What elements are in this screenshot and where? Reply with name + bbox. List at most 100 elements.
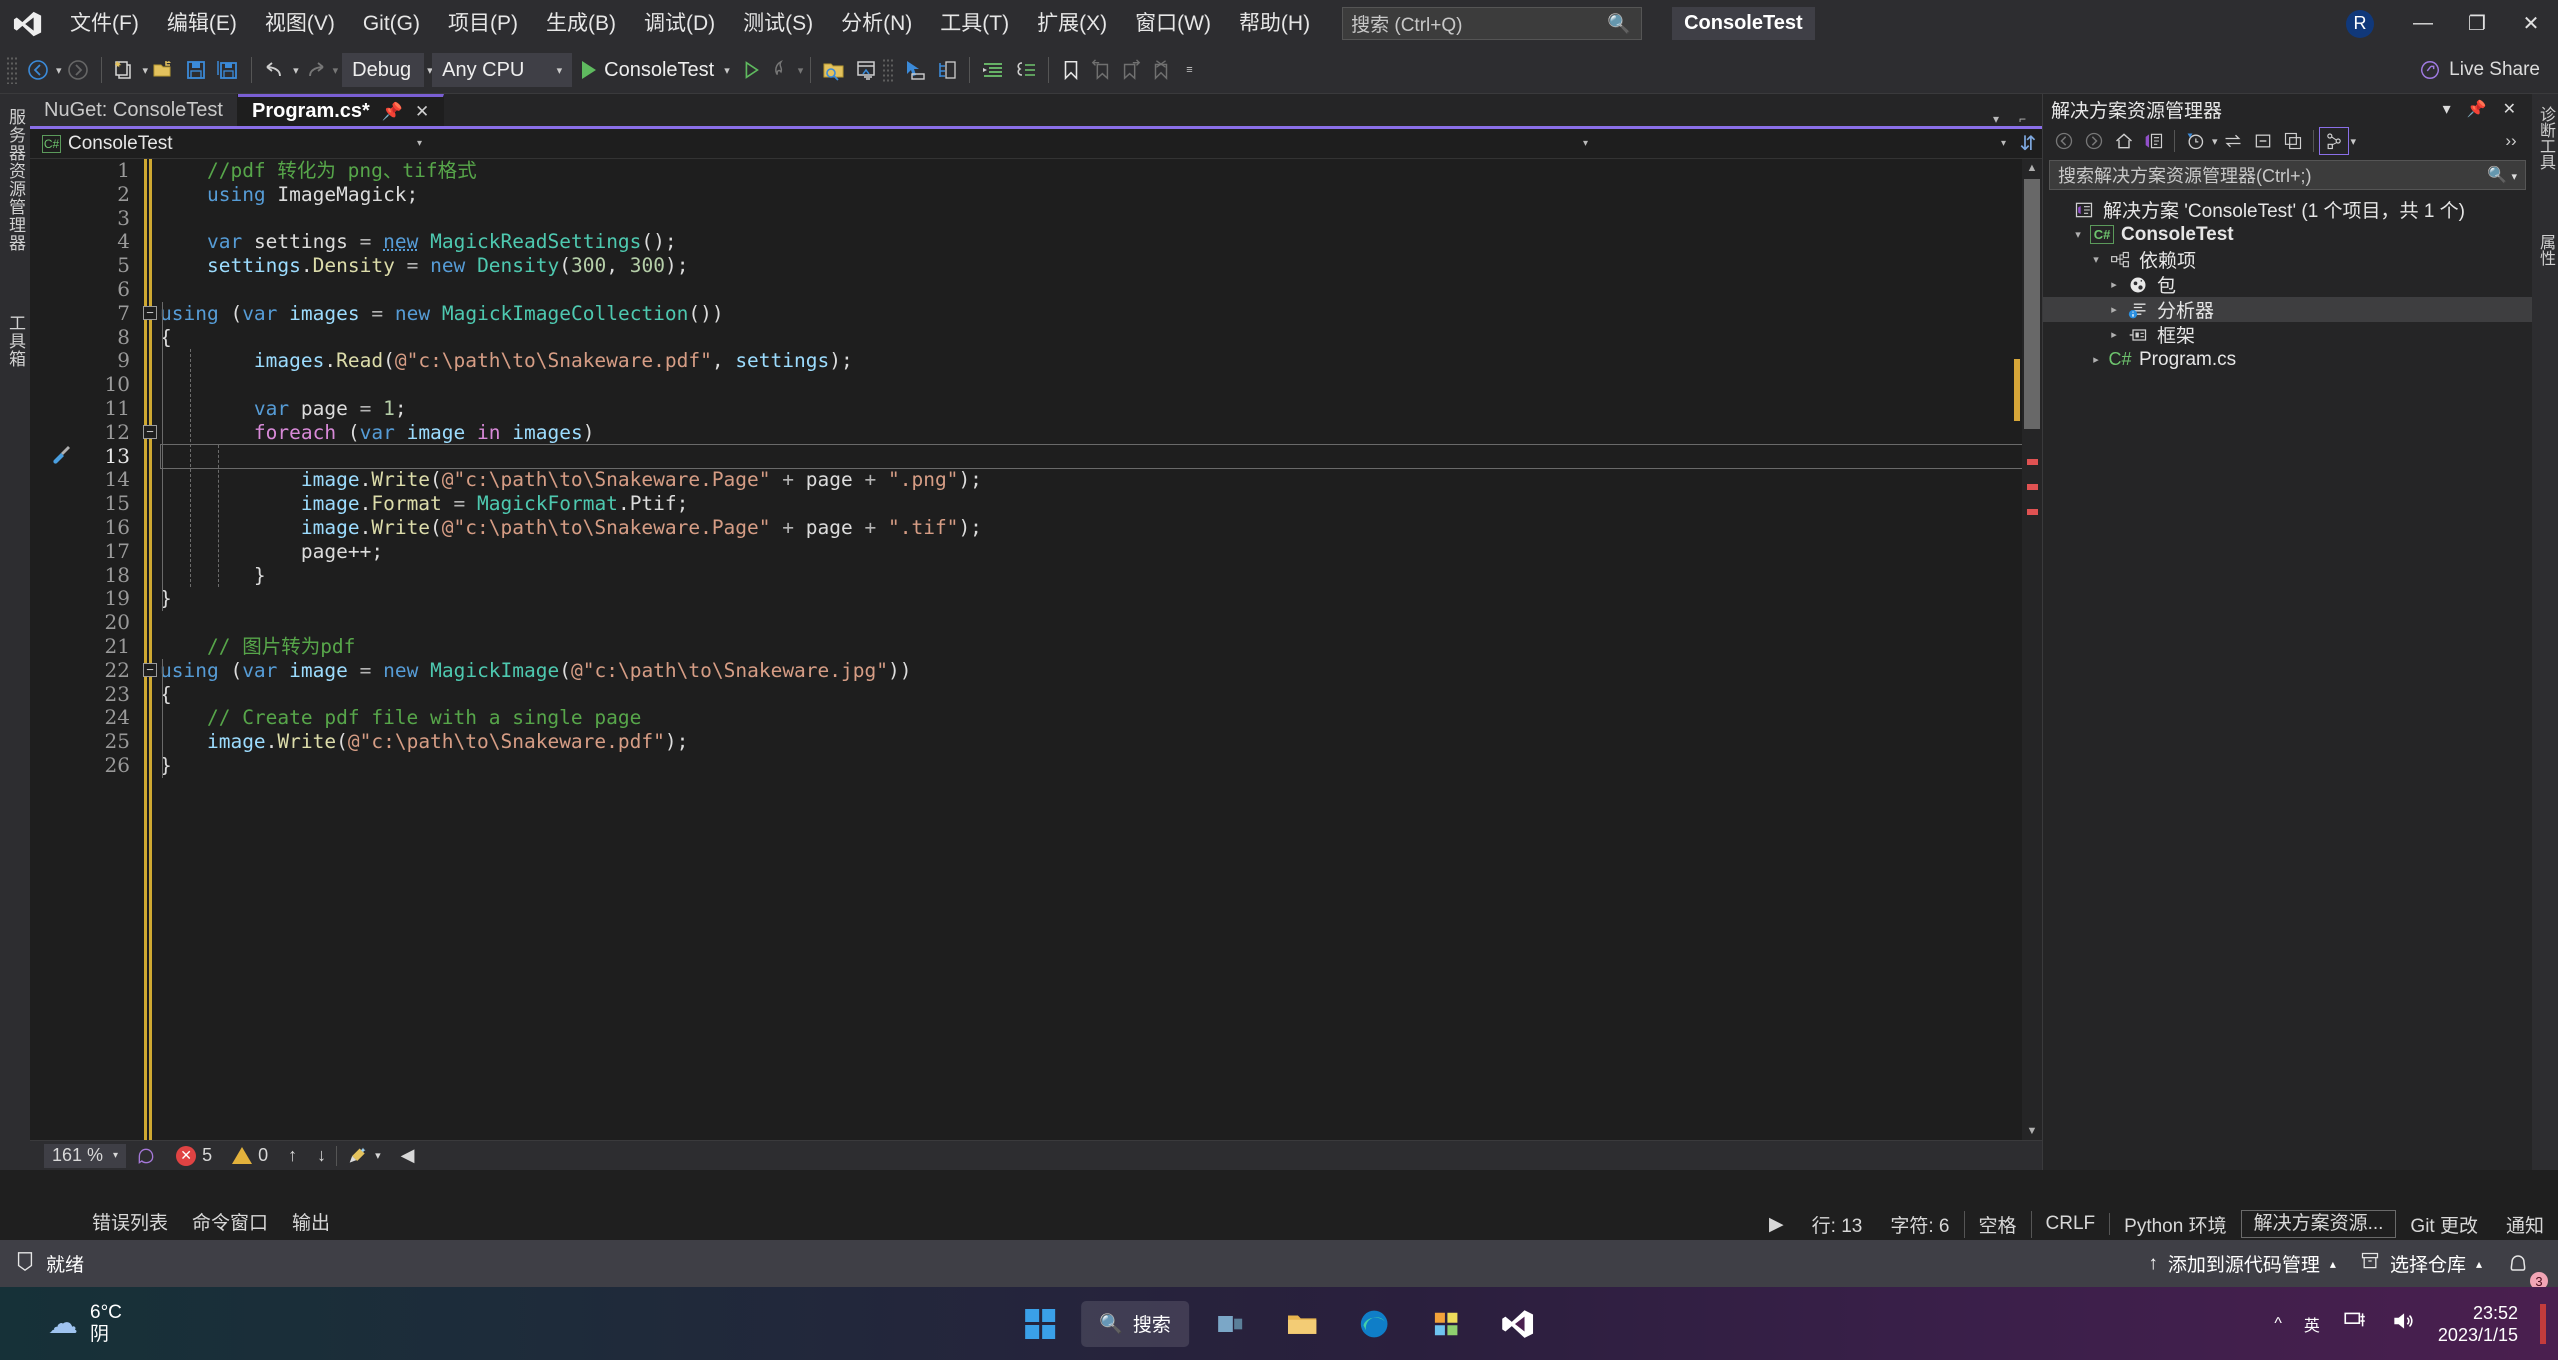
taskbar-search[interactable]: 🔍 搜索 [1081,1300,1189,1347]
code-line[interactable]: foreach (var image in images) [160,421,2042,445]
close-button[interactable]: ✕ [2504,0,2558,47]
show-all-files-icon[interactable] [2278,127,2308,155]
fold-toggle-icon[interactable]: − [143,305,157,320]
code-line[interactable]: } [160,564,2042,588]
copilot-icon[interactable] [126,1141,166,1171]
minimize-button[interactable]: — [2396,0,2450,47]
notification-indicator[interactable] [2540,1303,2546,1344]
redo-icon[interactable] [299,53,331,87]
previous-bookmark-icon[interactable] [1086,53,1116,87]
menu-file[interactable]: 文件(F) [56,0,153,47]
menu-git[interactable]: Git(G) [349,0,434,47]
code-line[interactable]: var page = 1; [160,397,2042,421]
expanded-twisty-icon[interactable]: ▾ [2085,253,2107,266]
collapsed-twisty-icon[interactable]: ▸ [2085,353,2107,366]
code-line[interactable]: // 图片转为pdf [160,635,2042,659]
solution-tree[interactable]: 解决方案 'ConsoleTest' (1 个项目，共 1 个) ▾ C# Conso… [2043,194,2532,1170]
close-tab-icon[interactable]: ✕ [415,102,429,122]
code-line[interactable]: { [160,683,2042,707]
code-line[interactable] [160,207,2042,231]
home-icon[interactable] [2109,127,2139,155]
previous-issue-button[interactable]: ↑ [278,1141,307,1171]
error-count[interactable]: ✕ 5 [166,1141,222,1171]
code-line[interactable]: { [160,445,2042,469]
select-element-icon[interactable] [898,53,930,87]
weather-widget[interactable]: ☁ 6°C 阴 [0,1302,122,1346]
breadcrumb-member[interactable]: ▾ [1596,129,2014,159]
pin-tab-icon[interactable]: 📌 [382,102,403,122]
solution-explorer-search-input[interactable]: 搜索解决方案资源管理器(Ctrl+;) 🔍 ▾ [2049,160,2526,190]
code-line[interactable]: } [160,754,2042,778]
breadcrumb-type[interactable]: ▾ [430,129,1596,159]
sync-with-active-document-icon[interactable] [2218,127,2248,155]
collapsed-twisty-icon[interactable]: ▸ [2103,328,2125,341]
code-line[interactable] [160,373,2042,397]
diagnostic-tools-tab[interactable]: 诊断工具 [2535,106,2555,170]
visual-studio-taskbar-button[interactable] [1487,1293,1549,1355]
toolbar-grip[interactable] [882,58,895,82]
show-hidden-icons-button[interactable]: ^ [2274,1315,2282,1333]
open-file-icon[interactable] [148,53,180,87]
menu-build[interactable]: 生成(B) [532,0,630,47]
next-issue-button[interactable]: ↓ [307,1141,336,1171]
error-marker[interactable] [2027,509,2038,515]
clock[interactable]: 23:52 2023/1/15 [2438,1302,2518,1346]
scroll-up-icon[interactable]: ▲ [2024,159,2040,177]
file-explorer-button[interactable] [1271,1293,1333,1355]
code-line[interactable]: // Create pdf file with a single page [160,706,2042,730]
task-view-button[interactable] [1199,1293,1261,1355]
code-line[interactable]: settings.Density = new Density(300, 300)… [160,254,2042,278]
clear-bookmarks-icon[interactable] [1146,53,1176,87]
quick-actions-screwdriver-icon[interactable] [46,443,76,467]
fold-toggle-icon[interactable]: − [143,662,157,677]
comment-selection-icon[interactable] [1009,53,1041,87]
forward-icon[interactable] [2079,127,2109,155]
properties-view-icon[interactable] [2318,127,2349,155]
tab-solution-explorer[interactable]: 解决方案资源... [2240,1210,2397,1238]
split-window-icon[interactable]: ⌐ [2009,112,2036,126]
start-without-debugging-icon[interactable] [736,53,766,87]
menu-test[interactable]: 测试(S) [729,0,827,47]
tree-item[interactable]: ▾ 依赖项 [2043,247,2532,272]
start-button[interactable] [1009,1293,1071,1355]
pin-panel-icon[interactable]: 📌 [2459,99,2495,119]
indentation-mode[interactable]: 空格 [1963,1210,2032,1238]
menu-analyze[interactable]: 分析(N) [827,0,926,47]
toggle-bookmark-icon[interactable] [1056,53,1086,87]
chevron-down-icon[interactable]: ▾ [2001,138,2006,149]
code-line[interactable]: using (var image = new MagickImage(@"c:\… [160,659,2042,683]
editor-tab-program-cs[interactable]: Program.cs* 📌 ✕ [237,94,445,126]
solution-view-icon[interactable] [2139,127,2169,155]
select-repository-button[interactable]: 选择仓库 ▴ [2348,1240,2494,1287]
tree-item[interactable]: ▸ C# Program.cs [2043,347,2532,372]
tree-item[interactable]: ▸ 包 [2043,272,2532,297]
notifications-button[interactable]: 3 [2494,1240,2548,1290]
breadcrumb-project[interactable]: C# ConsoleTest ▾ [30,129,430,159]
server-explorer-tab[interactable]: 服务器资源管理器 [3,108,27,252]
save-all-icon[interactable] [212,53,244,87]
quick-search-input[interactable]: 搜索 (Ctrl+Q) 🔍 [1342,7,1643,40]
expand-status-icon[interactable]: ▶ [1755,1213,1798,1236]
edge-button[interactable] [1343,1293,1405,1355]
code-line[interactable]: image.Write(@"c:\path\to\Snakeware.Page"… [160,468,2042,492]
warning-count[interactable]: 0 [222,1141,278,1171]
store-button[interactable] [1415,1293,1477,1355]
properties-view-dropdown-icon[interactable]: ▾ [2351,135,2357,148]
tab-python-environments[interactable]: Python 环境 [2110,1211,2240,1238]
tab-notifications[interactable]: 通知 [2492,1211,2558,1238]
code-line[interactable]: //pdf 转化为 png、tif格式 [160,159,2042,183]
editor-vertical-scrollbar[interactable]: ▲ ▼ [2022,159,2042,1140]
menu-project[interactable]: 项目(P) [434,0,532,47]
code-line[interactable]: image.Write(@"c:\path\to\Snakeware.Page"… [160,516,2042,540]
window-layout-icon[interactable] [850,53,882,87]
solution-explorer-search-icon[interactable] [818,53,850,87]
scroll-down-icon[interactable]: ▼ [2024,1122,2040,1140]
save-icon[interactable] [180,53,212,87]
error-marker[interactable] [2027,484,2038,490]
code-line[interactable]: var settings = new MagickReadSettings(); [160,230,2042,254]
collapsed-twisty-icon[interactable]: ▸ [2103,303,2125,316]
code-line[interactable]: using (var images = new MagickImageColle… [160,302,2042,326]
tree-item[interactable]: ▸ 分析器 [2043,297,2532,322]
start-debugging-button[interactable]: ConsoleTest ▾ [576,53,736,87]
expanded-twisty-icon[interactable]: ▾ [2067,228,2089,241]
